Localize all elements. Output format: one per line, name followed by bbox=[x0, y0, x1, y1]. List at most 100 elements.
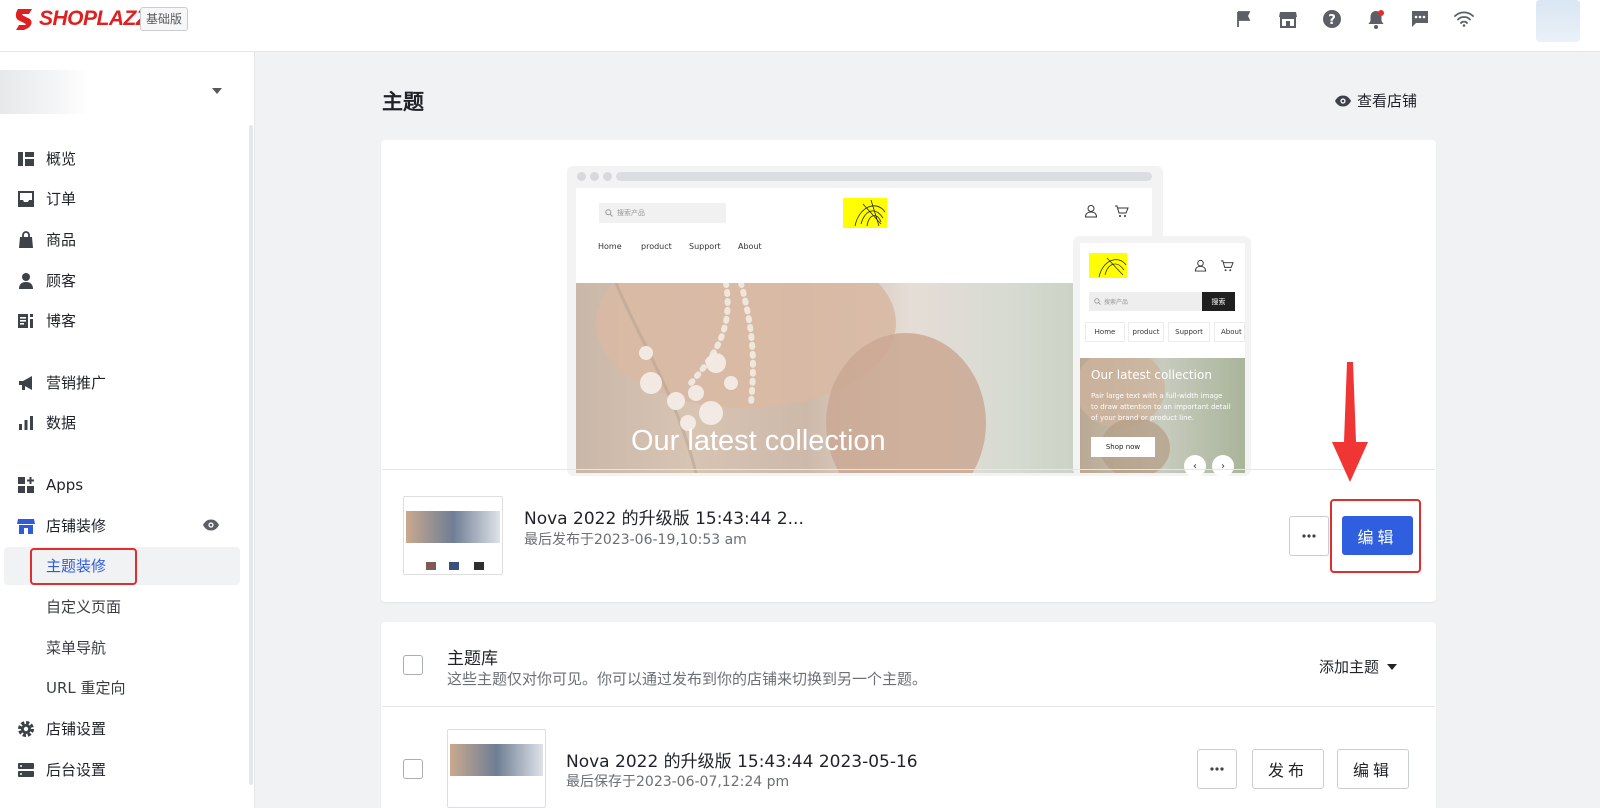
mobile-cart-icon bbox=[1220, 259, 1234, 272]
sidebar-item-label: 订单 bbox=[46, 190, 77, 208]
theme-library-title: 主题库 bbox=[447, 649, 498, 669]
store-selector-name[interactable] bbox=[0, 70, 90, 114]
sidebar-item-label: URL 重定向 bbox=[46, 679, 126, 697]
sidebar-item-orders[interactable]: 订单 bbox=[0, 180, 240, 218]
add-theme-label: 添加主题 bbox=[1319, 658, 1380, 676]
arrow-down-annotation-icon bbox=[1330, 362, 1370, 484]
mobile-user-icon bbox=[1194, 259, 1207, 272]
current-theme-published: 最后发布于2023-06-19,10:53 am bbox=[524, 532, 747, 548]
current-theme-more-button[interactable] bbox=[1289, 516, 1329, 556]
sidebar-item-online-store[interactable]: 店铺装修 bbox=[0, 507, 240, 545]
shoplazza-logo-icon bbox=[15, 9, 32, 30]
sidebar-item-apps[interactable]: Apps bbox=[0, 466, 240, 504]
sidebar-item-url-redirects[interactable]: URL 重定向 bbox=[0, 669, 240, 707]
more-icon bbox=[1302, 534, 1316, 538]
mobile-nav-support: Support bbox=[1168, 322, 1210, 342]
preview-url-bar bbox=[616, 172, 1152, 181]
add-theme-dropdown[interactable]: 添加主题 bbox=[1319, 656, 1398, 677]
sidebar-item-label: 店铺装修 bbox=[46, 517, 107, 535]
sidebar-item-label: Apps bbox=[46, 476, 84, 494]
chevron-down-icon[interactable] bbox=[212, 88, 222, 94]
sidebar-item-products[interactable]: 商品 bbox=[0, 221, 240, 259]
sidebar-item-label: 商品 bbox=[46, 231, 77, 249]
sidebar-item-overview[interactable]: 概览 bbox=[0, 140, 240, 178]
sidebar-item-store-settings[interactable]: 店铺设置 bbox=[0, 710, 240, 748]
window-dot bbox=[590, 172, 599, 181]
preview-store-logo bbox=[843, 198, 887, 228]
mobile-next-arrow-icon: › bbox=[1212, 455, 1234, 477]
sidebar-item-label: 概览 bbox=[46, 150, 77, 168]
sidebar-item-label: 营销推广 bbox=[46, 374, 107, 392]
sidebar-item-label: 顾客 bbox=[46, 272, 77, 290]
sidebar-item-marketing[interactable]: 营销推广 bbox=[0, 364, 240, 402]
sidebar-item-blog[interactable]: 博客 bbox=[0, 302, 240, 340]
publish-button[interactable]: 发布 bbox=[1252, 749, 1324, 789]
view-store-link[interactable]: 查看店铺 bbox=[1334, 90, 1417, 111]
highlight-box bbox=[30, 548, 137, 585]
current-theme-name: Nova 2022 的升级版 15:43:44 2... bbox=[524, 509, 804, 529]
eye-icon bbox=[1335, 95, 1351, 106]
storefront-icon bbox=[17, 517, 35, 535]
sidebar-item-analytics[interactable]: 数据 bbox=[0, 404, 240, 442]
more-icon bbox=[1210, 767, 1224, 771]
server-icon bbox=[17, 761, 35, 779]
theme-saved-date: 最后保存于2023-06-07,12:24 pm bbox=[566, 774, 790, 790]
sidebar-item-label: 后台设置 bbox=[46, 761, 107, 779]
help-icon[interactable]: ? bbox=[1321, 8, 1343, 30]
mobile-nav-about: About bbox=[1214, 322, 1245, 342]
preview-nav-about: About bbox=[738, 242, 762, 251]
view-store-label: 查看店铺 bbox=[1357, 92, 1418, 110]
mobile-hero-text: Pair large text with a full-width image … bbox=[1091, 392, 1231, 422]
theme-row-checkbox[interactable] bbox=[403, 759, 423, 779]
sidebar-scrollbar[interactable] bbox=[249, 125, 253, 785]
theme-library-description: 这些主题仅对你可见。你可以通过发布到你的店铺来切换到另一个主题。 bbox=[447, 670, 928, 688]
store-icon[interactable] bbox=[1277, 8, 1299, 30]
svg-text:?: ? bbox=[1328, 13, 1336, 28]
window-dot bbox=[577, 172, 586, 181]
mobile-search-button: 搜索 bbox=[1202, 292, 1235, 311]
apps-icon bbox=[17, 476, 35, 494]
sidebar-item-menu-navigation[interactable]: 菜单导航 bbox=[0, 629, 240, 667]
bar-chart-icon bbox=[17, 414, 35, 432]
bag-icon bbox=[17, 231, 35, 249]
edit-button[interactable]: 编辑 bbox=[1337, 749, 1409, 789]
sidebar-item-label: 菜单导航 bbox=[46, 639, 107, 657]
gear-icon bbox=[17, 720, 35, 738]
dashboard-icon bbox=[17, 150, 35, 168]
blog-icon bbox=[17, 312, 35, 330]
megaphone-icon bbox=[17, 374, 35, 392]
preview-nav-support: Support bbox=[689, 242, 721, 251]
mobile-prev-arrow-icon: ‹ bbox=[1184, 455, 1206, 477]
divider bbox=[382, 706, 1435, 707]
mobile-nav-product: product bbox=[1128, 322, 1164, 342]
avatar[interactable] bbox=[1536, 0, 1580, 42]
sidebar-item-custom-pages[interactable]: 自定义页面 bbox=[0, 588, 240, 626]
mobile-shop-now-button: Shop now bbox=[1091, 437, 1155, 457]
bell-icon[interactable] bbox=[1365, 8, 1387, 30]
mobile-nav-home: Home bbox=[1085, 322, 1125, 342]
page-title: 主题 bbox=[382, 90, 424, 114]
preview-hero-title: Our latest collection bbox=[631, 425, 886, 457]
chat-icon[interactable] bbox=[1409, 8, 1431, 30]
mobile-preview-logo bbox=[1089, 253, 1127, 278]
select-all-checkbox[interactable] bbox=[403, 655, 423, 675]
preview-search-box: 搜索产品 bbox=[599, 203, 726, 223]
sidebar-item-customers[interactable]: 顾客 bbox=[0, 262, 240, 300]
preview-nav-home: Home bbox=[598, 242, 622, 251]
flag-icon[interactable] bbox=[1233, 8, 1255, 30]
sidebar-item-admin-settings[interactable]: 后台设置 bbox=[0, 751, 240, 789]
eye-icon[interactable] bbox=[202, 519, 220, 531]
highlight-box bbox=[1330, 499, 1421, 573]
mobile-search-placeholder: 搜索产品 bbox=[1104, 299, 1129, 306]
theme-more-button[interactable] bbox=[1197, 749, 1237, 789]
mobile-hero-title: Our latest collection bbox=[1091, 368, 1212, 382]
window-dot bbox=[603, 172, 612, 181]
inbox-icon bbox=[17, 190, 35, 208]
current-theme-thumbnail bbox=[403, 496, 503, 575]
theme-thumbnail bbox=[447, 729, 546, 808]
sidebar-item-label: 店铺设置 bbox=[46, 720, 107, 738]
theme-name: Nova 2022 的升级版 15:43:44 2023-05-16 bbox=[566, 752, 918, 772]
preview-nav-product: product bbox=[641, 242, 672, 251]
preview-cart-icon bbox=[1114, 204, 1129, 218]
wifi-icon[interactable] bbox=[1453, 8, 1475, 30]
